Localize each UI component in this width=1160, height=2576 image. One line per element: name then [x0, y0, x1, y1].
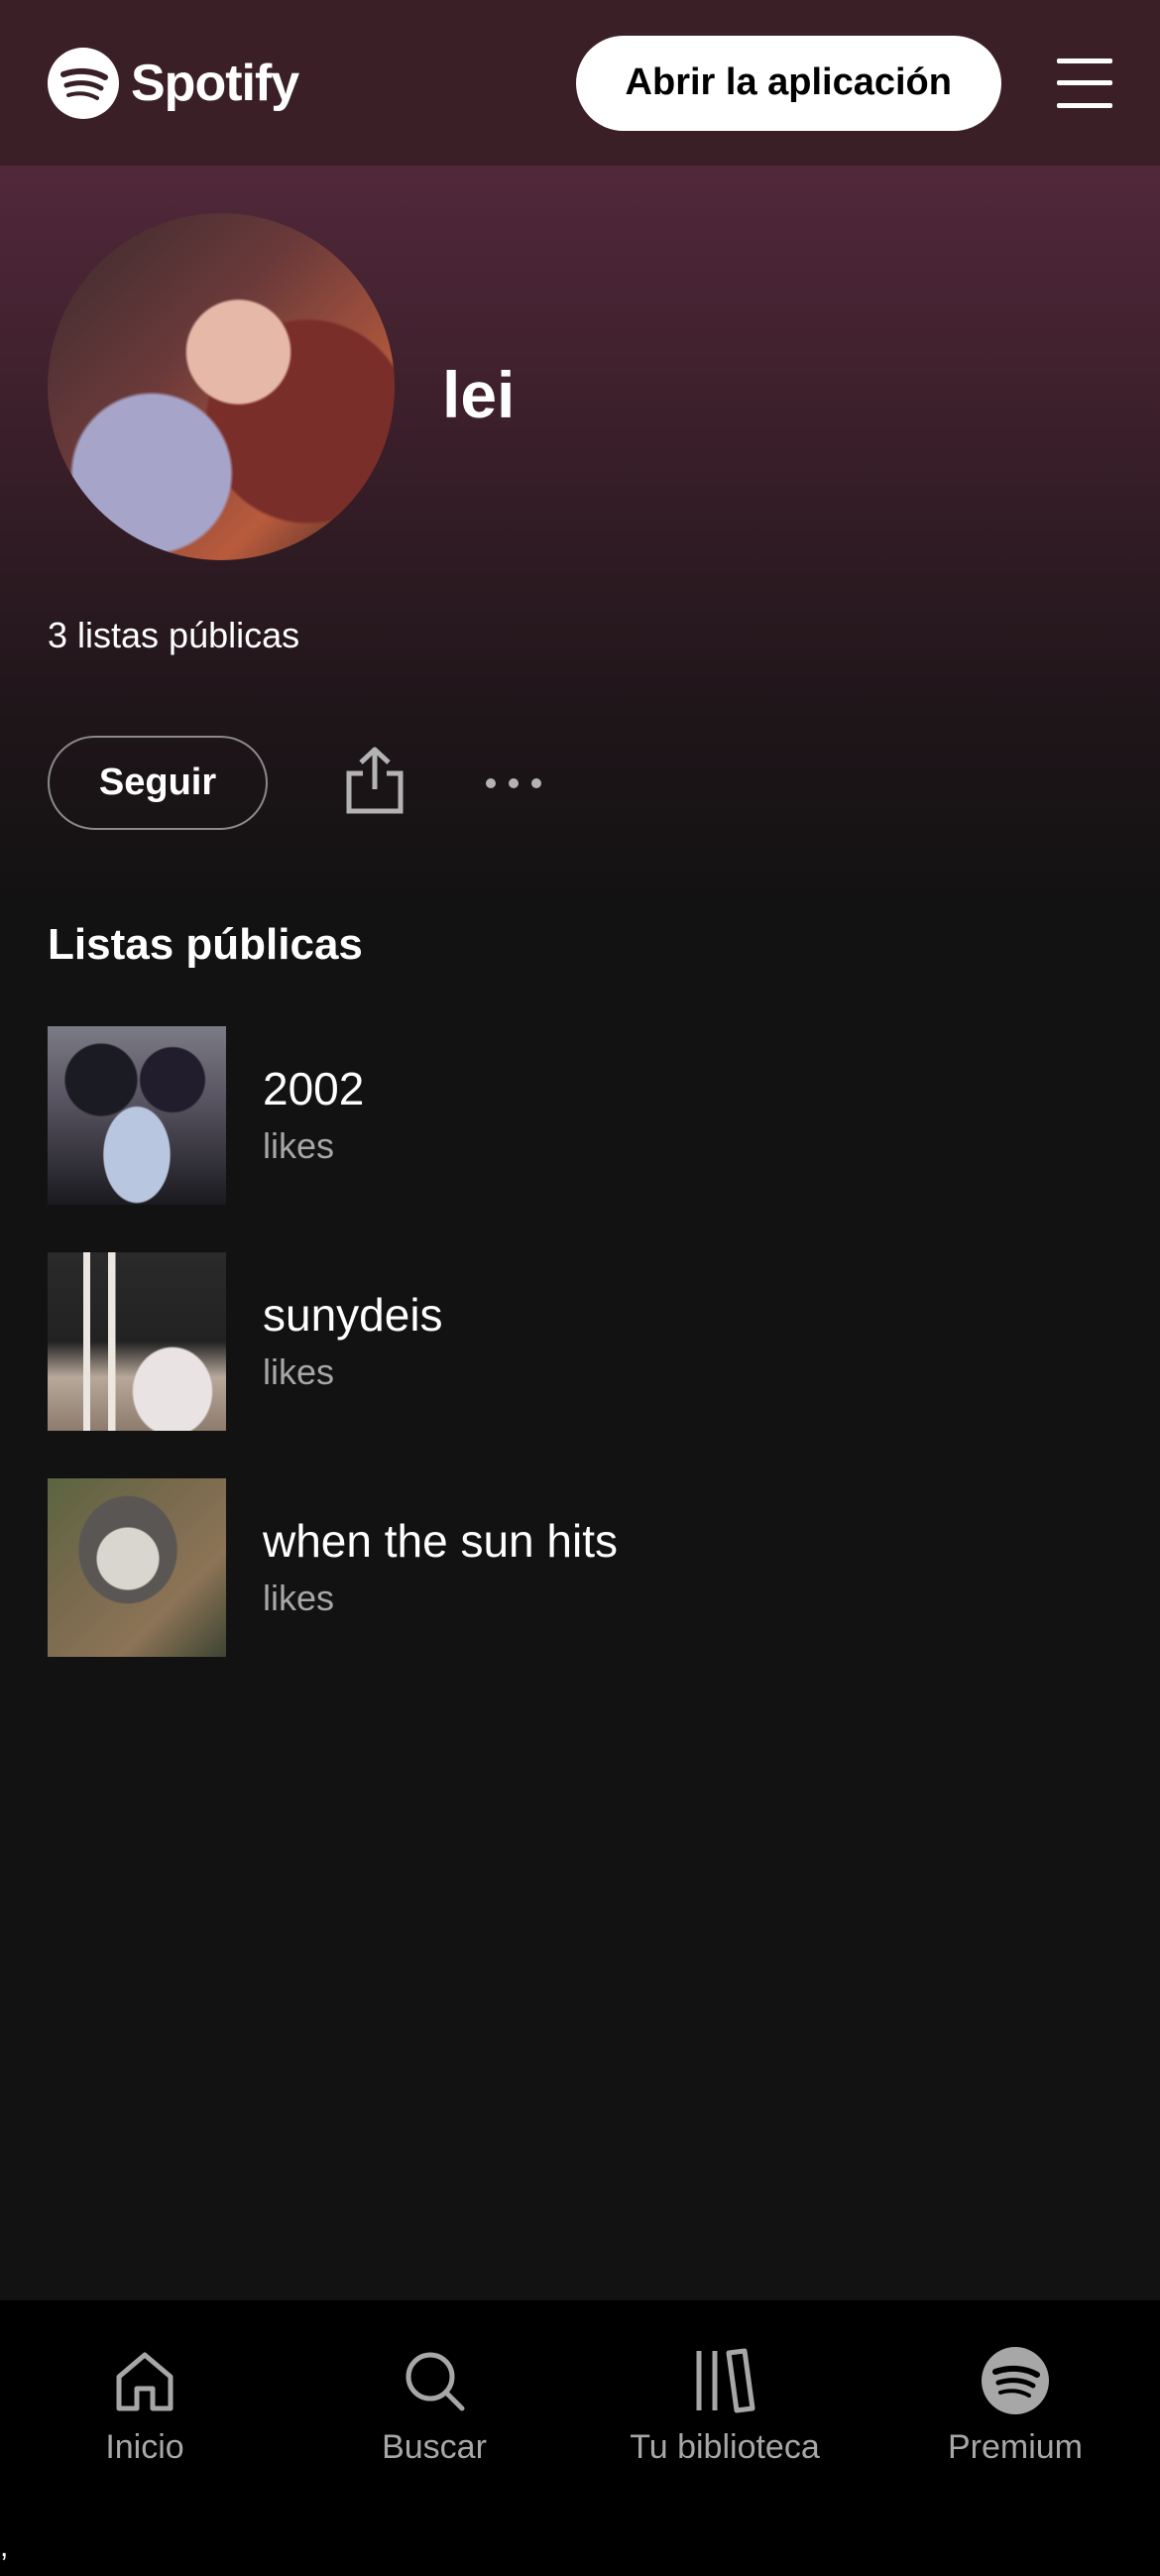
- playlist-row[interactable]: sunydeis likes: [48, 1252, 1112, 1431]
- nav-item-premium[interactable]: Premium: [886, 2345, 1144, 2467]
- header-actions: Abrir la aplicación: [575, 35, 1112, 131]
- playlist-text: when the sun hits likes: [263, 1516, 618, 1620]
- spotify-premium-icon: [982, 2347, 1049, 2414]
- brand-name: Spotify: [131, 54, 299, 112]
- playlist-subtitle: likes: [263, 1351, 335, 1393]
- playlist-cover: [48, 1252, 226, 1431]
- playlist-row[interactable]: when the sun hits likes: [48, 1478, 1112, 1657]
- nav-item-library[interactable]: Tu biblioteca: [596, 2345, 854, 2467]
- playlist-text: sunydeis likes: [263, 1290, 443, 1394]
- library-icon: [696, 2348, 755, 2413]
- playlist-subtitle: likes: [263, 1578, 335, 1619]
- nav-item-home[interactable]: Inicio: [16, 2345, 274, 2467]
- playlist-cover: [48, 1478, 226, 1657]
- nav-item-search[interactable]: Buscar: [305, 2345, 563, 2467]
- playlist-name: when the sun hits: [263, 1514, 619, 1567]
- hamburger-menu-icon[interactable]: [1057, 58, 1112, 108]
- top-bar: Spotify Abrir la aplicación: [0, 0, 1160, 166]
- search-icon: [406, 2352, 465, 2411]
- home-icon: [116, 2352, 174, 2411]
- playlist-name: 2002: [263, 1062, 365, 1114]
- bottom-navigation: Inicio Buscar Tu biblioteca Premium: [0, 2300, 1160, 2576]
- playlist-cover: [48, 1026, 226, 1205]
- follow-button[interactable]: Seguir: [48, 736, 268, 830]
- playlist-subtitle: likes: [263, 1125, 335, 1167]
- playlist-text: 2002 likes: [263, 1064, 364, 1168]
- spotify-logo-icon: [48, 47, 119, 119]
- profile-page: Spotify Abrir la aplicación lei 3 listas…: [0, 0, 1160, 2576]
- nav-label: Premium: [947, 2428, 1084, 2466]
- playlist-row[interactable]: 2002 likes: [48, 1026, 1112, 1205]
- nav-label: Tu biblioteca: [630, 2428, 820, 2466]
- profile-avatar: [48, 213, 395, 560]
- stray-mark: ,: [0, 2530, 9, 2563]
- open-app-button[interactable]: Abrir la aplicación: [575, 35, 1001, 131]
- public-playlists-heading: Listas públicas: [48, 920, 363, 969]
- profile-name: lei: [442, 358, 516, 431]
- nav-label: Buscar: [382, 2428, 487, 2466]
- public-playlist-count: 3 listas públicas: [48, 615, 300, 655]
- nav-label: Inicio: [105, 2428, 184, 2466]
- spotify-logo[interactable]: Spotify: [48, 47, 299, 119]
- more-options-icon[interactable]: [486, 763, 547, 803]
- share-icon[interactable]: [343, 746, 406, 815]
- playlist-name: sunydeis: [263, 1288, 443, 1341]
